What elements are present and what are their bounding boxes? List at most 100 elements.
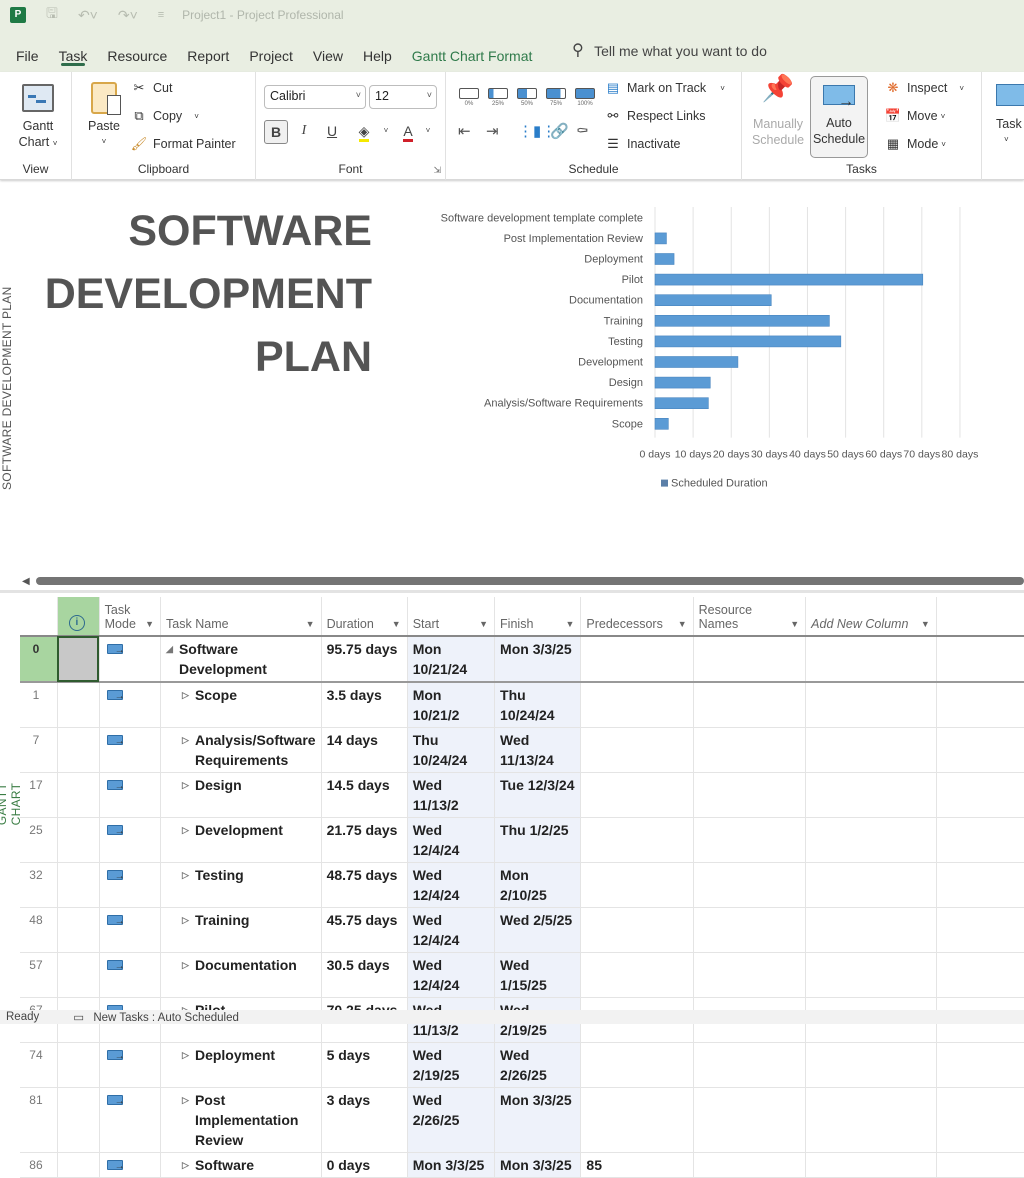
- start-cell[interactable]: Wed 12/4/24: [407, 817, 496, 863]
- save-icon[interactable]: 🖫: [46, 3, 58, 27]
- predecessors-cell[interactable]: [580, 817, 694, 863]
- copy-button[interactable]: ⧉ Copy ˅: [130, 108, 199, 124]
- row-id[interactable]: 1: [20, 682, 58, 728]
- task-row[interactable]: 48 ▷ Training 45.75 daysWed 12/4/24Wed 2/5/…: [20, 907, 1024, 953]
- predecessors-cell[interactable]: 85: [580, 1152, 694, 1178]
- resource-names-cell[interactable]: [693, 1087, 807, 1153]
- resource-names-header[interactable]: Resource Names ▼: [693, 597, 807, 637]
- mark-on-track-button[interactable]: ▤ Mark on Track ˅: [604, 80, 725, 96]
- task-name-header[interactable]: Task Name ▼: [160, 597, 322, 637]
- tab-project[interactable]: Project: [239, 30, 303, 72]
- font-color-dropdown[interactable]: ˅: [416, 120, 440, 144]
- predecessors-cell[interactable]: [580, 636, 694, 683]
- task-name-cell[interactable]: ▷ Testing: [160, 862, 322, 908]
- highlight-dropdown[interactable]: ˅: [374, 120, 398, 144]
- duration-cell[interactable]: 45.75 days: [321, 907, 408, 953]
- start-cell[interactable]: Wed 2/26/25: [407, 1087, 496, 1153]
- tab-file[interactable]: File: [6, 30, 49, 72]
- start-cell[interactable]: Mon 10/21/2: [407, 682, 496, 728]
- task-row[interactable]: 81▷Post Implementation Review3 daysWed 2…: [20, 1087, 1024, 1153]
- font-dialog-launcher[interactable]: ⇲: [433, 165, 441, 176]
- expand-icon[interactable]: ▷: [182, 1045, 189, 1065]
- resource-names-cell[interactable]: [693, 772, 807, 818]
- finish-cell[interactable]: Mon 3/3/25: [494, 1087, 582, 1153]
- new-column-cell[interactable]: [805, 682, 937, 728]
- resource-names-filter[interactable]: ▼: [790, 619, 799, 629]
- finish-cell[interactable]: Wed 11/13/24: [494, 727, 582, 773]
- add-column-dropdown[interactable]: ▼: [921, 619, 930, 629]
- row-number-header[interactable]: [20, 597, 58, 637]
- task-row[interactable]: 17 ▷ Design 14.5 daysWed 11/13/2Tue 12/3/24: [20, 772, 1024, 818]
- indicator-cell[interactable]: [57, 1042, 100, 1088]
- customize-icon[interactable]: ≡: [158, 9, 164, 21]
- task-mode-cell[interactable]: [99, 1152, 162, 1178]
- finish-header[interactable]: Finish ▼: [494, 597, 582, 637]
- indicator-cell[interactable]: [57, 727, 100, 773]
- tab-resource[interactable]: Resource: [97, 30, 177, 72]
- unlink-tasks-icon[interactable]: ⚰: [576, 122, 589, 140]
- finish-cell[interactable]: Thu 1/2/25: [494, 817, 582, 863]
- finish-filter[interactable]: ▼: [565, 619, 574, 629]
- finish-cell[interactable]: Tue 12/3/24: [494, 772, 582, 818]
- indicator-cell[interactable]: [57, 1087, 100, 1153]
- respect-links-button[interactable]: ⚯ Respect Links: [604, 108, 706, 124]
- new-tasks-mode-status[interactable]: ▭ New Tasks : Auto Scheduled: [67, 1010, 239, 1024]
- new-column-cell[interactable]: [805, 1152, 937, 1178]
- start-cell[interactable]: Wed 12/4/24: [407, 862, 496, 908]
- resource-names-cell[interactable]: [693, 727, 807, 773]
- resource-names-cell[interactable]: [693, 817, 807, 863]
- task-mode-cell[interactable]: [99, 682, 162, 728]
- row-id[interactable]: 81: [20, 1087, 58, 1153]
- task-name-cell[interactable]: ▷ Design: [160, 772, 322, 818]
- new-column-cell[interactable]: [805, 952, 937, 998]
- finish-cell[interactable]: Wed 1/15/25: [494, 952, 582, 998]
- collapse-icon[interactable]: ◢: [166, 639, 173, 679]
- expand-icon[interactable]: ▷: [182, 685, 189, 705]
- summary-task-row[interactable]: 0◢Software Development95.75 daysMon 10/2…: [20, 636, 1024, 683]
- resource-names-cell[interactable]: [693, 862, 807, 908]
- indicator-cell[interactable]: [57, 1152, 100, 1178]
- add-new-column-header[interactable]: Add New Column ▼: [805, 597, 937, 637]
- tab-gantt-chart-format[interactable]: Gantt Chart Format: [402, 30, 543, 72]
- finish-cell[interactable]: Mon 3/3/25: [494, 636, 582, 683]
- tell-me-search[interactable]: ⚲ Tell me what you want to do: [572, 25, 766, 77]
- duration-cell[interactable]: 5 days: [321, 1042, 408, 1088]
- task-insert-button[interactable]: Task ˅: [996, 80, 1024, 148]
- link-tasks-icon[interactable]: 🔗: [550, 122, 569, 140]
- task-mode-cell[interactable]: [99, 862, 162, 908]
- start-cell[interactable]: Wed 2/19/25: [407, 1042, 496, 1088]
- percent-50-button[interactable]: [517, 88, 537, 99]
- new-column-cell[interactable]: [805, 772, 937, 818]
- task-mode-filter[interactable]: ▼: [145, 619, 154, 629]
- expand-icon[interactable]: ▷: [182, 730, 189, 770]
- task-row[interactable]: 1 ▷ Scope 3.5 daysMon 10/21/2Thu 10/24/24: [20, 682, 1024, 728]
- row-id[interactable]: 7: [20, 727, 58, 773]
- predecessors-cell[interactable]: [580, 772, 694, 818]
- start-filter[interactable]: ▼: [479, 619, 488, 629]
- tab-help[interactable]: Help: [353, 30, 402, 72]
- indicator-cell[interactable]: [57, 907, 100, 953]
- task-name-cell[interactable]: ▷ Deployment: [160, 1042, 322, 1088]
- task-name-cell[interactable]: ▷ Training: [160, 907, 322, 953]
- expand-icon[interactable]: ▷: [182, 955, 189, 975]
- predecessors-cell[interactable]: [580, 862, 694, 908]
- start-cell[interactable]: Wed 12/4/24: [407, 952, 496, 998]
- row-id[interactable]: 17: [20, 772, 58, 818]
- resource-names-cell[interactable]: [693, 1042, 807, 1088]
- resource-names-cell[interactable]: [693, 1152, 807, 1178]
- manually-schedule-button[interactable]: 📌 Manually Schedule: [748, 75, 808, 148]
- duration-cell[interactable]: 3 days: [321, 1087, 408, 1153]
- start-cell[interactable]: Thu 10/24/24: [407, 727, 496, 773]
- resource-names-cell[interactable]: [693, 636, 807, 683]
- expand-icon[interactable]: ▷: [182, 910, 189, 930]
- expand-icon[interactable]: ▷: [182, 1155, 189, 1175]
- task-row[interactable]: 7 ▷Analysis/Software Requirements14 daysT…: [20, 727, 1024, 773]
- indicator-cell[interactable]: [57, 772, 100, 818]
- indent-icon[interactable]: ⇥: [486, 122, 499, 140]
- duration-cell[interactable]: 0 days: [321, 1152, 408, 1178]
- scheduled-duration-chart[interactable]: 0 days 10 days 20 days 30 days 40 days 50 day…: [405, 205, 1024, 500]
- task-name-cell[interactable]: ▷ Documentation: [160, 952, 322, 998]
- finish-cell[interactable]: Wed 2/26/25: [494, 1042, 582, 1088]
- predecessors-header[interactable]: Predecessors ▼: [580, 597, 694, 637]
- expand-icon[interactable]: ▷: [182, 775, 189, 795]
